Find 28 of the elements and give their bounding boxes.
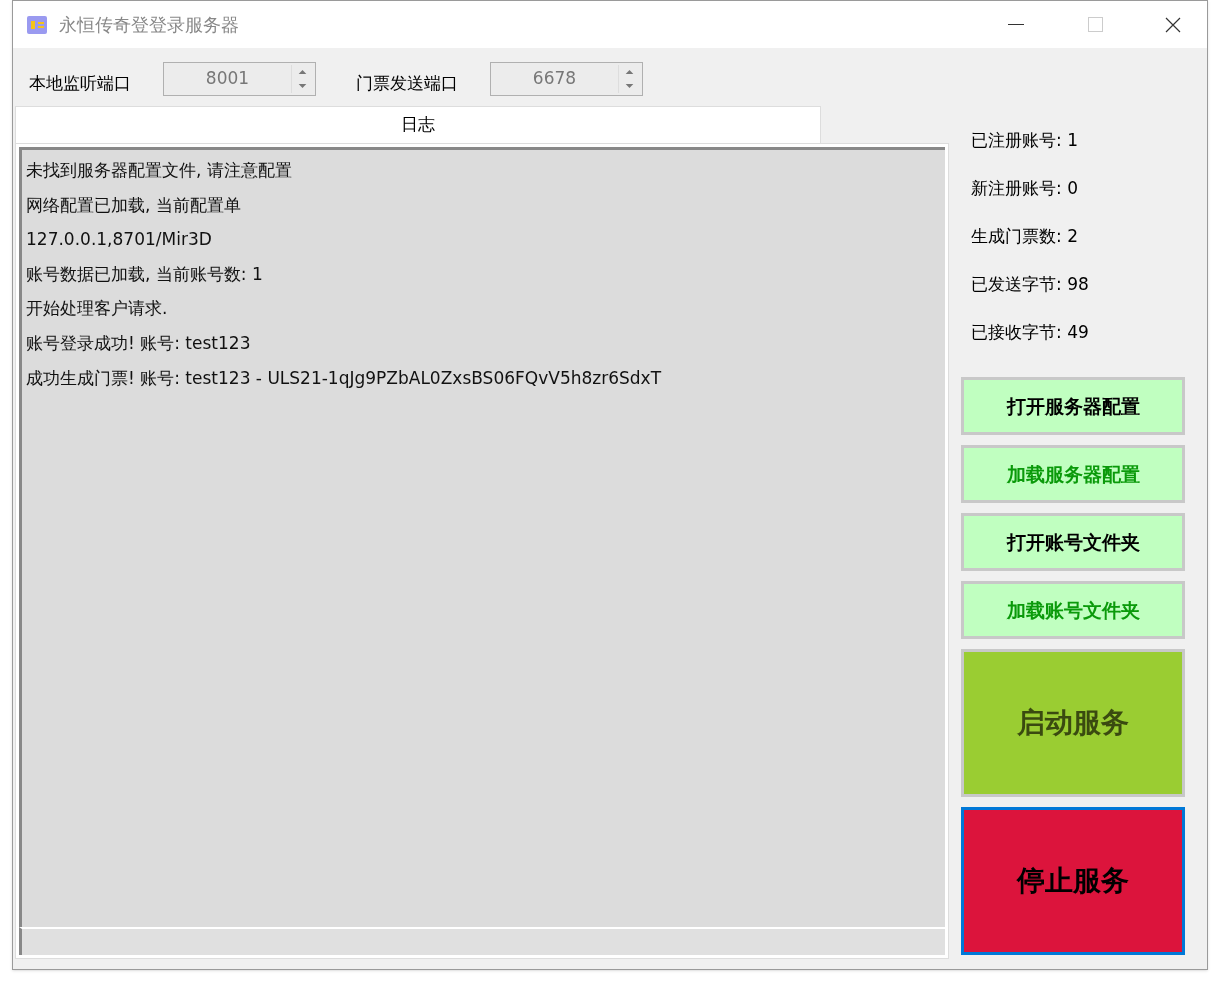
stat-text: 新注册账号: 0 <box>971 178 1079 199</box>
action-button[interactable]: 打开账号文件夹 <box>961 513 1185 571</box>
action-button[interactable]: 停止服务 <box>961 807 1185 955</box>
action-button[interactable]: 加载账号文件夹 <box>961 581 1185 639</box>
close-icon[interactable] <box>1165 16 1181 33</box>
minimize-icon[interactable] <box>1008 23 1024 26</box>
port-label: 本地监听端口 <box>29 72 131 96</box>
window-title: 永恒传奇登登录服务器 <box>59 13 239 37</box>
log-line: 127.0.0.1,8701/Mir3D <box>26 228 213 252</box>
stat-text: 生成门票数: 2 <box>971 226 1079 247</box>
log-line: 网络配置已加载, 当前配置单 <box>26 193 242 217</box>
log-line: 开始处理客户请求. <box>26 297 169 321</box>
port-spinbox[interactable]: 8001 <box>163 62 316 96</box>
log-line: 账号数据已加载, 当前账号数: 1 <box>26 262 264 286</box>
stat-text: 已注册账号: 1 <box>971 130 1079 151</box>
log-tab[interactable]: 日志 <box>15 106 821 143</box>
log-line: 未找到服务器配置文件, 请注意配置 <box>26 159 293 182</box>
action-button[interactable]: 加载服务器配置 <box>961 445 1185 503</box>
log-line: 成功生成门票! 账号: test123 - ULS21-1qJg9PZbAL0ZxsBS06FQvV5h8zr6SdxT <box>26 366 663 390</box>
stat-text: 已发送字节: 98 <box>971 274 1090 295</box>
port-spinbox[interactable]: 6678 <box>490 62 643 96</box>
action-button[interactable]: 启动服务 <box>961 649 1185 797</box>
port-label: 门票发送端口 <box>356 72 458 96</box>
horizontal-scrollbar[interactable] <box>19 927 945 955</box>
stat-text: 已接收字节: 49 <box>971 322 1090 343</box>
action-button[interactable]: 打开服务器配置 <box>961 377 1185 435</box>
log-line: 账号登录成功! 账号: test123 <box>26 331 252 355</box>
app-icon <box>27 15 47 34</box>
